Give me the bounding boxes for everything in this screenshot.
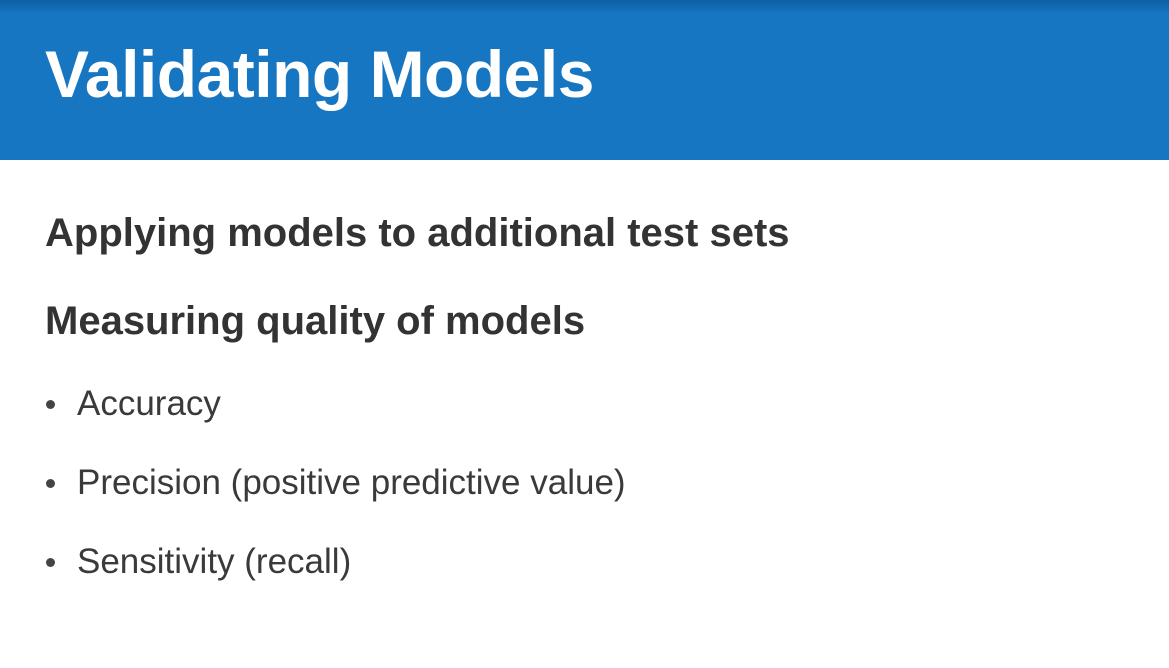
slide-title: Validating Models [45,37,594,111]
bullet-dot-icon [46,478,55,488]
bullet-text: Sensitivity (recall) [77,542,352,581]
slide: Validating Models Applying models to add… [0,0,1169,668]
bullet-text: Accuracy [77,384,221,423]
section-heading-test-sets: Applying models to additional test sets [45,211,790,255]
bullet-dot-icon [46,399,55,409]
bullet-item-accuracy: Accuracy [45,378,626,430]
title-bar: Validating Models [0,0,1169,160]
section-heading-quality: Measuring quality of models [45,299,586,343]
bullet-text: Precision (positive predictive value) [77,463,626,502]
bullet-list: Accuracy Precision (positive predictive … [45,378,626,615]
bullet-item-precision: Precision (positive predictive value) [45,457,626,509]
bullet-dot-icon [46,557,55,567]
bullet-item-sensitivity: Sensitivity (recall) [45,536,626,588]
